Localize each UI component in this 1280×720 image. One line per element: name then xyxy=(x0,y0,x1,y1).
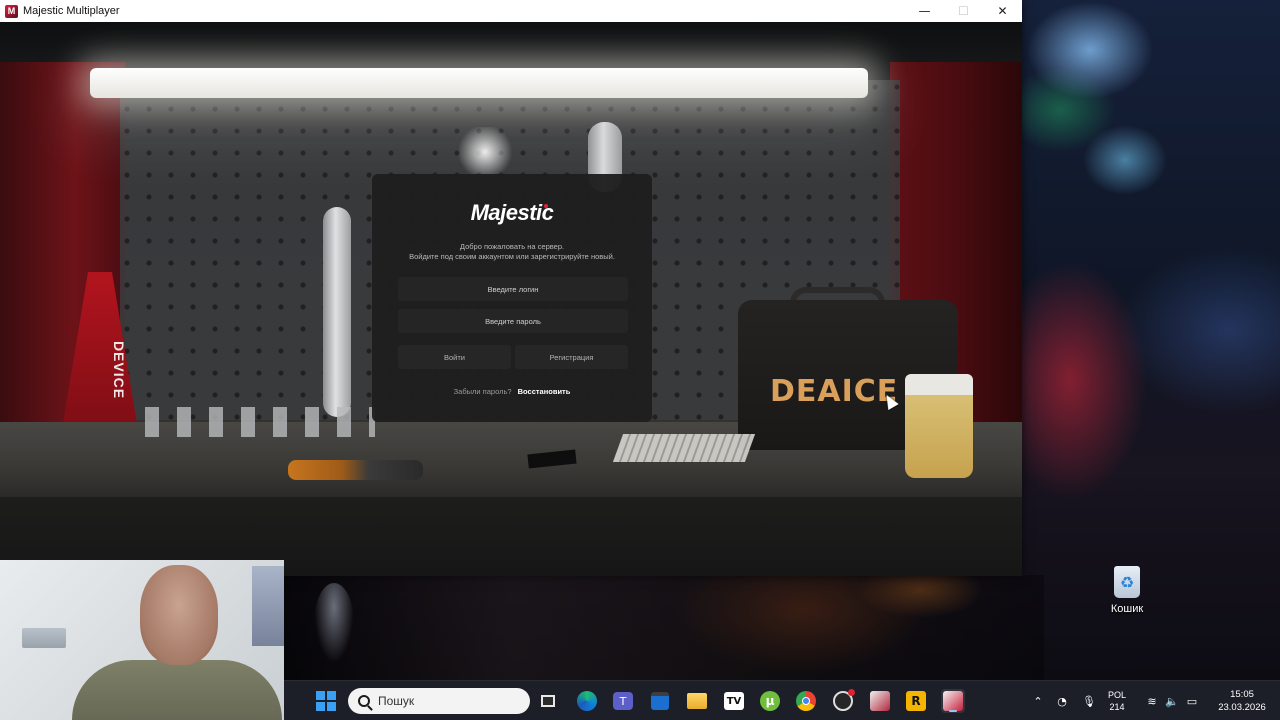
language-indicator[interactable]: POL 214 xyxy=(1108,689,1126,713)
system-clock[interactable]: 15:05 23.03.2026 xyxy=(1212,688,1272,714)
windows-start-icon xyxy=(316,691,336,711)
scene-light-bar xyxy=(90,68,868,98)
start-button[interactable] xyxy=(314,689,338,713)
webcam-overlay xyxy=(0,560,284,720)
webcam-person-head xyxy=(140,565,218,665)
teams-icon[interactable]: T xyxy=(611,689,635,713)
wallpaper-decoration xyxy=(284,575,1044,680)
tradingview-icon[interactable]: TV xyxy=(722,689,746,713)
register-button[interactable]: Регистрация xyxy=(515,345,628,369)
game-app-icon[interactable] xyxy=(868,689,892,713)
active-app-indicator xyxy=(949,710,957,712)
app-window: M Majestic Multiplayer — ☐ ✕ DEVICE DEAI… xyxy=(0,0,1022,576)
scene-case-label: DEAICE xyxy=(770,374,899,409)
edge-icon[interactable] xyxy=(575,689,599,713)
window-controls: — ☐ ✕ xyxy=(905,0,1022,22)
minimize-button[interactable]: — xyxy=(905,0,944,22)
store-icon[interactable] xyxy=(648,689,672,713)
title-bar[interactable]: M Majestic Multiplayer — ☐ ✕ xyxy=(0,0,1022,22)
scene-jack-label: DEVICE xyxy=(111,340,128,400)
welcome-text: Добро пожаловать на сервер. Войдите под … xyxy=(372,242,652,262)
close-button[interactable]: ✕ xyxy=(983,0,1022,22)
forgot-password-text: Забыли пароль? xyxy=(453,387,512,396)
window-title: Majestic Multiplayer xyxy=(23,5,120,17)
tray-network-status-icon[interactable]: ◔ xyxy=(1054,693,1070,709)
taskbar-search[interactable]: Пошук xyxy=(348,688,530,714)
scene-light-glow xyxy=(455,127,515,177)
app-logo-icon: M xyxy=(5,4,18,18)
login-button[interactable]: Войти xyxy=(398,345,511,369)
search-icon xyxy=(358,695,370,707)
login-panel: Majestic Добро пожаловать на сервер. Вой… xyxy=(372,174,652,422)
scene-sockets xyxy=(145,407,375,437)
login-input[interactable] xyxy=(398,277,628,301)
recycle-bin-label: Кошик xyxy=(1110,603,1144,615)
utorrent-icon[interactable]: μ xyxy=(758,689,782,713)
search-placeholder: Пошук xyxy=(378,694,415,708)
tray-chevron-up-icon[interactable]: ⌃ xyxy=(1030,693,1046,709)
clock-date: 23.03.2026 xyxy=(1218,702,1266,713)
webcam-background-shelf xyxy=(22,628,66,648)
rockstar-icon[interactable]: R xyxy=(904,689,928,713)
language-code: POL xyxy=(1108,690,1127,700)
wifi-icon[interactable]: ≋ xyxy=(1144,693,1160,709)
desktop-icon-recycle-bin[interactable]: ♻ Кошик xyxy=(1102,566,1152,615)
scene-pliers xyxy=(288,460,423,480)
scene-coffee-cup xyxy=(905,374,973,478)
task-view-icon[interactable] xyxy=(536,689,560,713)
welcome-line-1: Добро пожаловать на сервер. xyxy=(459,242,565,251)
volume-icon[interactable]: 🔈 xyxy=(1164,693,1180,709)
webcam-person-body xyxy=(72,660,282,720)
brand-accent-dot xyxy=(544,204,548,208)
webcam-background-window xyxy=(252,566,284,646)
chrome-icon[interactable] xyxy=(794,689,818,713)
scene-wrench xyxy=(323,207,351,417)
welcome-line-2: Войдите под своим аккаунтом или зарегист… xyxy=(409,252,615,261)
restore-password-link[interactable]: Восстановить xyxy=(518,387,571,396)
maximize-button[interactable]: ☐ xyxy=(944,0,983,22)
forgot-password-row: Забыли пароль? Восстановить xyxy=(372,387,652,396)
file-explorer-icon[interactable] xyxy=(685,689,709,713)
password-input[interactable] xyxy=(398,309,628,333)
clock-time: 15:05 xyxy=(1230,689,1254,700)
battery-icon[interactable]: ▭ xyxy=(1184,693,1200,709)
language-layout: 214 xyxy=(1109,702,1125,712)
taskbar: Пошук T TV μ R ⌃ ◔ 🎙 POL 214 ≋ 🔈 ▭ 15:05… xyxy=(284,680,1280,720)
scene-keyboard xyxy=(612,434,756,462)
tray-microphone-icon[interactable]: 🎙 xyxy=(1081,693,1097,709)
obs-icon[interactable] xyxy=(831,689,855,713)
recycle-bin-icon: ♻ xyxy=(1114,566,1140,598)
majestic-taskbar-icon[interactable] xyxy=(941,689,965,713)
brand-logo: Majestic xyxy=(470,200,554,225)
